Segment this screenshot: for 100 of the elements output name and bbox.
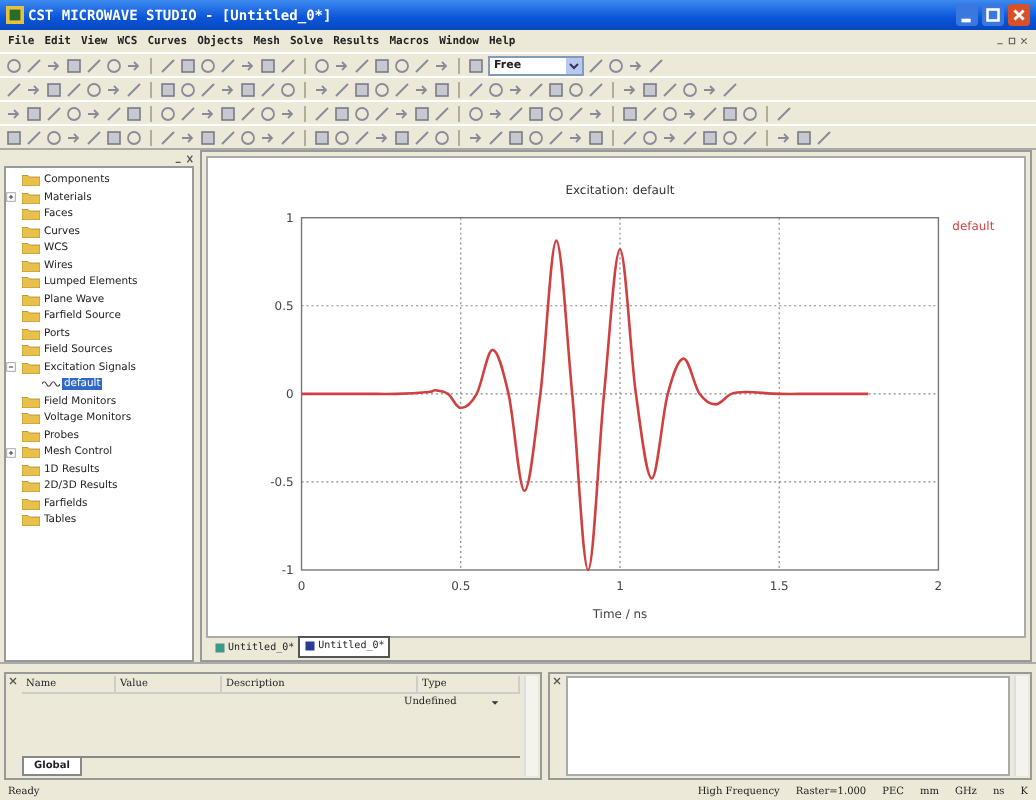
circle-icon[interactable] <box>488 81 504 97</box>
square-icon[interactable] <box>588 129 604 145</box>
arrow-icon[interactable] <box>126 57 142 73</box>
line-icon[interactable] <box>414 57 430 73</box>
square-icon[interactable] <box>26 105 42 121</box>
circle-icon[interactable] <box>662 105 678 121</box>
line-icon[interactable] <box>160 57 176 73</box>
arrow-icon[interactable] <box>334 57 350 73</box>
line-icon[interactable] <box>414 129 430 145</box>
circle-icon[interactable] <box>46 129 62 145</box>
circle-icon[interactable] <box>742 105 758 121</box>
circle-icon[interactable] <box>280 81 296 97</box>
window-controls-icon[interactable] <box>996 36 1028 46</box>
arrow-icon[interactable] <box>488 105 504 121</box>
circle-icon[interactable] <box>240 129 256 145</box>
line-icon[interactable] <box>106 105 122 121</box>
line-icon[interactable] <box>86 129 102 145</box>
line-icon[interactable] <box>642 105 658 121</box>
line-icon[interactable] <box>508 105 524 121</box>
arrow-icon[interactable] <box>434 57 450 73</box>
circle-icon[interactable] <box>66 105 82 121</box>
line-icon[interactable] <box>66 81 82 97</box>
circle-icon[interactable] <box>160 105 176 121</box>
scrollbar[interactable] <box>1014 676 1028 776</box>
circle-icon[interactable] <box>260 105 276 121</box>
panel-controls-icon[interactable] <box>174 153 194 163</box>
line-icon[interactable] <box>200 81 216 97</box>
line-icon[interactable] <box>46 105 62 121</box>
line-icon[interactable] <box>126 81 142 97</box>
arrow-icon[interactable] <box>6 105 22 121</box>
arrow-icon[interactable] <box>200 105 216 121</box>
square-icon[interactable] <box>796 129 812 145</box>
square-icon[interactable] <box>548 81 564 97</box>
line-icon[interactable] <box>220 57 236 73</box>
arrow-icon[interactable] <box>66 129 82 145</box>
circle-icon[interactable] <box>468 105 484 121</box>
arrow-icon[interactable] <box>628 57 644 73</box>
arrow-icon[interactable] <box>622 81 638 97</box>
circle-icon[interactable] <box>354 105 370 121</box>
line-icon[interactable] <box>354 57 370 73</box>
square-icon[interactable] <box>180 57 196 73</box>
circle-icon[interactable] <box>434 129 450 145</box>
circle-icon[interactable] <box>642 129 658 145</box>
arrow-icon[interactable] <box>86 105 102 121</box>
arrow-icon[interactable] <box>106 81 122 97</box>
line-icon[interactable] <box>26 57 42 73</box>
line-icon[interactable] <box>622 129 638 145</box>
line-icon[interactable] <box>682 129 698 145</box>
square-icon[interactable] <box>394 129 410 145</box>
circle-icon[interactable] <box>548 105 564 121</box>
arrow-icon[interactable] <box>568 129 584 145</box>
square-icon[interactable] <box>200 129 216 145</box>
expand-icon[interactable] <box>6 447 16 458</box>
square-icon[interactable] <box>334 105 350 121</box>
arrow-icon[interactable] <box>374 129 390 145</box>
line-icon[interactable] <box>280 57 296 73</box>
line-icon[interactable] <box>588 57 604 73</box>
arrow-icon[interactable] <box>682 105 698 121</box>
arrow-icon[interactable] <box>46 57 62 73</box>
line-icon[interactable] <box>702 105 718 121</box>
line-icon[interactable] <box>434 105 450 121</box>
square-icon[interactable] <box>314 129 330 145</box>
line-icon[interactable] <box>588 81 604 97</box>
circle-icon[interactable] <box>394 57 410 73</box>
arrow-icon[interactable] <box>662 129 678 145</box>
line-icon[interactable] <box>314 105 330 121</box>
line-icon[interactable] <box>240 105 256 121</box>
collapse-icon[interactable] <box>6 362 16 373</box>
line-icon[interactable] <box>394 81 410 97</box>
square-icon[interactable] <box>106 129 122 145</box>
arrow-icon[interactable] <box>588 105 604 121</box>
line-icon[interactable] <box>160 129 176 145</box>
circle-icon[interactable] <box>106 57 122 73</box>
arrow-icon[interactable] <box>468 129 484 145</box>
square-icon[interactable] <box>260 57 276 73</box>
circle-icon[interactable] <box>722 129 738 145</box>
square-icon[interactable] <box>434 81 450 97</box>
square-icon[interactable] <box>46 81 62 97</box>
arrow-icon[interactable] <box>280 105 296 121</box>
line-icon[interactable] <box>334 81 350 97</box>
arrow-icon[interactable] <box>240 57 256 73</box>
square-icon[interactable] <box>528 105 544 121</box>
line-icon[interactable] <box>280 129 296 145</box>
line-icon[interactable] <box>374 105 390 121</box>
arrow-icon[interactable] <box>394 105 410 121</box>
square-icon[interactable] <box>622 105 638 121</box>
minimize-icon[interactable] <box>956 4 978 26</box>
square-icon[interactable] <box>468 57 484 73</box>
circle-icon[interactable] <box>6 57 22 73</box>
square-icon[interactable] <box>126 105 142 121</box>
circle-icon[interactable] <box>314 57 330 73</box>
line-icon[interactable] <box>26 129 42 145</box>
line-icon[interactable] <box>468 81 484 97</box>
circle-icon[interactable] <box>568 81 584 97</box>
line-icon[interactable] <box>776 105 792 121</box>
line-icon[interactable] <box>86 57 102 73</box>
line-icon[interactable] <box>354 129 370 145</box>
square-icon[interactable] <box>160 81 176 97</box>
close-icon[interactable] <box>1008 4 1030 26</box>
line-icon[interactable] <box>220 129 236 145</box>
